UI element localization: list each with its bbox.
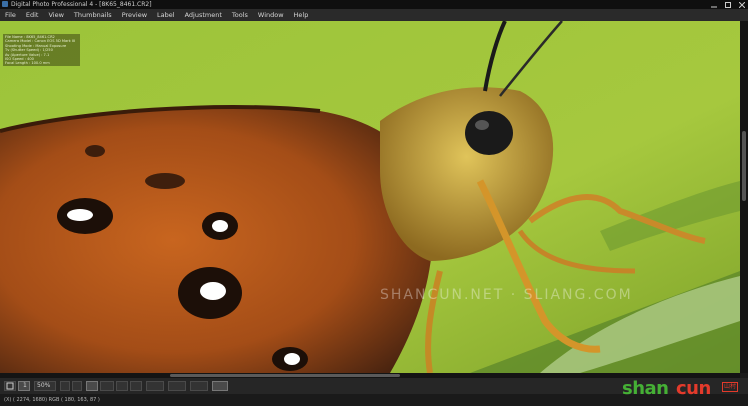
minimize-icon[interactable] [711,2,717,8]
horizontal-scroll-thumb[interactable] [170,374,400,377]
tool-disabled-2[interactable] [130,381,142,391]
tool-crop-button[interactable] [100,381,114,391]
window-title: Digital Photo Professional 4 - [8K65_846… [11,1,152,8]
menu-preview[interactable]: Preview [117,9,152,21]
fit-screen-icon [6,382,14,390]
menu-window[interactable]: Window [253,9,289,21]
logo-part-3: 山村 [722,382,739,392]
menu-edit[interactable]: Edit [21,9,44,21]
page-one-label: 1 [23,382,27,389]
close-icon[interactable] [738,1,746,8]
maximize-icon[interactable] [725,1,731,8]
tool-select-button[interactable] [86,381,98,391]
app-icon [2,1,8,7]
menu-help[interactable]: Help [289,9,314,21]
zoom-out-button[interactable] [60,381,70,391]
logo-part-2: cun [676,378,711,399]
shooting-info-panel: File Name : 8K65_8461.CR2 Camera Model :… [3,34,80,66]
vertical-scroll-thumb[interactable] [742,131,746,201]
display-menu-button[interactable] [168,381,186,391]
tool-disabled-1[interactable] [116,381,128,391]
title-bar: Digital Photo Professional 4 - [8K65_846… [0,0,748,9]
compare-menu-button[interactable] [190,381,208,391]
info-toggle-button[interactable] [212,381,228,391]
zoom-in-button[interactable] [72,381,82,391]
logo-part-1: shan [622,378,669,399]
zoom-select[interactable]: 50% [34,381,56,391]
info-focal: Focal Length : 100.0 mm [5,61,50,66]
butterfly-photo [0,21,740,373]
image-viewer[interactable]: File Name : 8K65_8461.CR2 Camera Model :… [0,21,740,373]
page-one-button[interactable]: 1 [18,381,30,391]
menu-label[interactable]: Label [152,9,180,21]
zoom-value: 50% [37,382,51,389]
status-text: (X) ( 2274, 1680) RGB ( 180, 163, 87 ) [4,397,100,403]
menu-view[interactable]: View [43,9,68,21]
menu-file[interactable]: File [0,9,21,21]
window-controls [711,0,746,9]
menu-tools[interactable]: Tools [227,9,253,21]
site-logo: shan cun 山村 [622,376,746,402]
watermark-text: SHANCUN.NET · SLIANG.COM [380,287,633,303]
menu-bar: File Edit View Thumbnails Preview Label … [0,9,748,21]
menu-thumbnails[interactable]: Thumbnails [69,9,117,21]
fit-screen-button[interactable] [4,381,16,391]
grid-menu-button[interactable] [146,381,164,391]
vertical-scrollbar[interactable] [740,21,748,373]
menu-adjustment[interactable]: Adjustment [180,9,227,21]
